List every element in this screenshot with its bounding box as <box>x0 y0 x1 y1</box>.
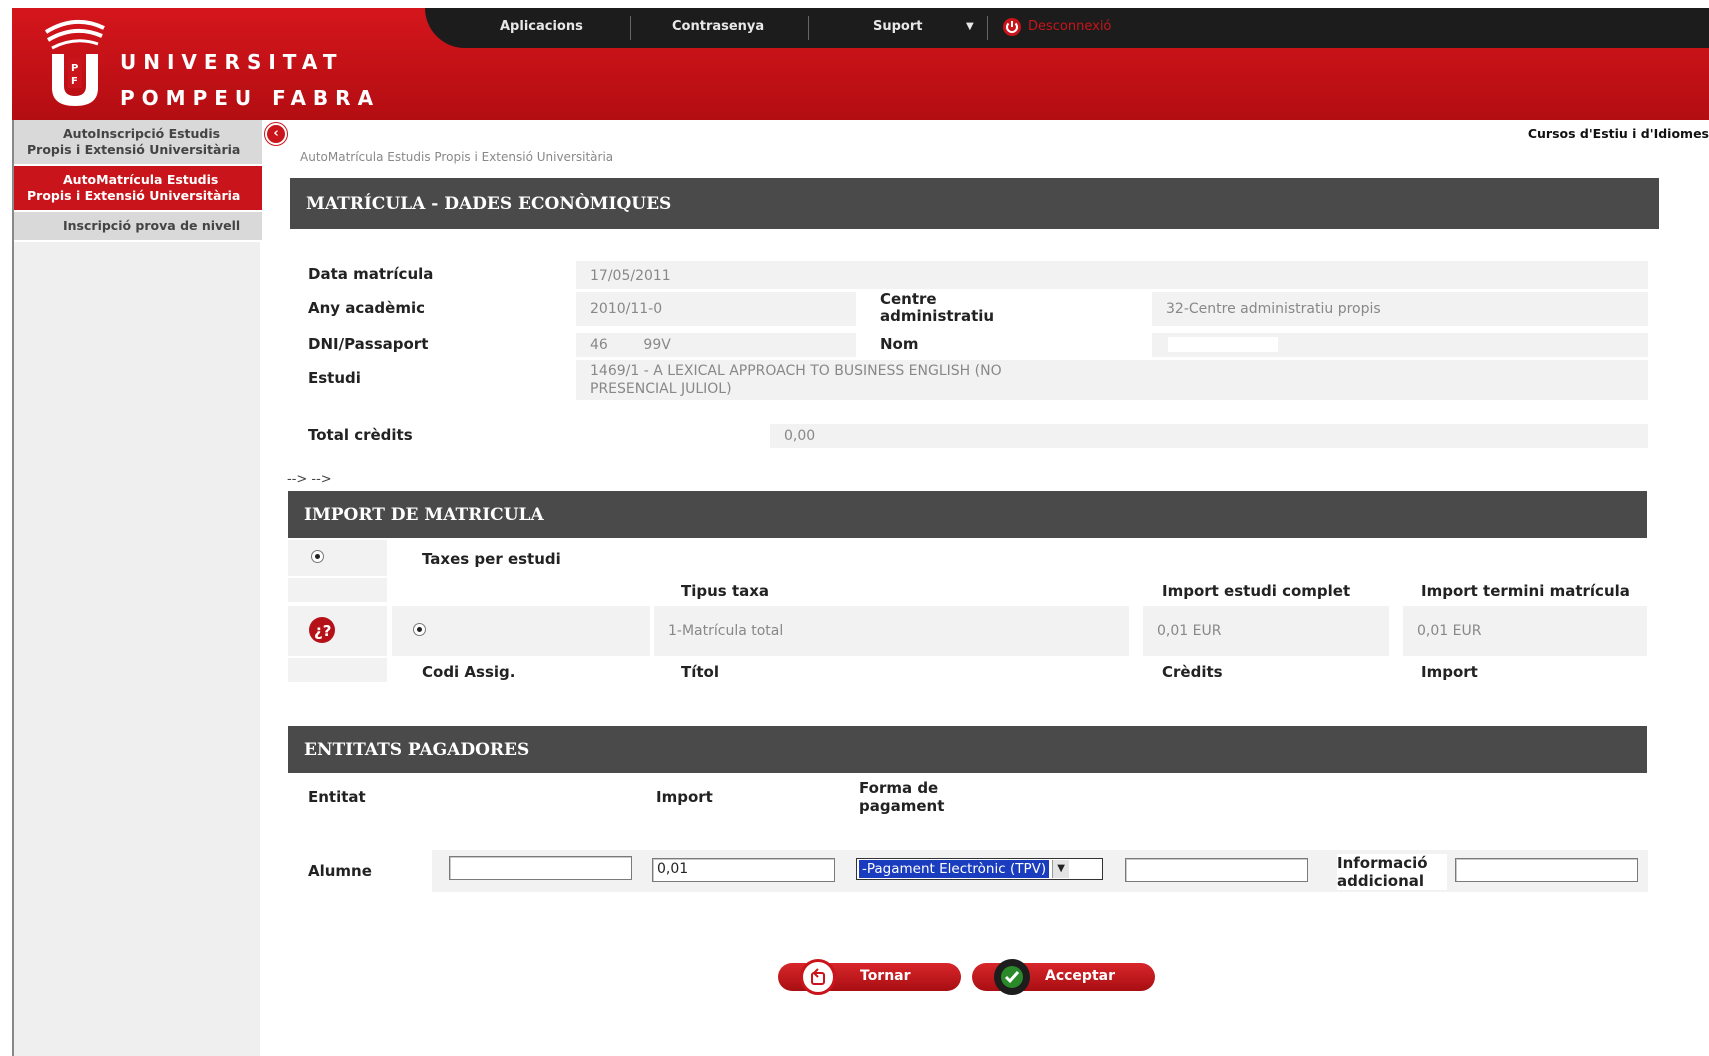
sidebar-item-autoinscripcio[interactable]: AutoInscripció Estudis Propis i Extensió… <box>14 120 262 166</box>
col-entitat: Entitat <box>308 788 366 806</box>
total-credits-label: Total crèdits <box>308 426 413 444</box>
help-cell <box>288 606 387 656</box>
nav-contrasenya[interactable]: Contrasenya <box>672 19 764 34</box>
nom-value <box>1152 333 1648 357</box>
section-import-title: IMPORT DE MATRICULA <box>288 491 1647 538</box>
col-forma-pagament: Forma de pagament <box>859 779 945 815</box>
matricula-total-radio[interactable] <box>413 623 426 636</box>
radio-row-cell <box>392 606 650 656</box>
empty-cell <box>288 578 387 602</box>
chevron-down-icon[interactable]: ▼ <box>1052 860 1070 878</box>
check-icon <box>994 959 1030 995</box>
col-titol: Títol <box>681 663 719 681</box>
cursos-estiu-link[interactable]: Cursos d'Estiu i d'Idiomes <box>1528 126 1709 141</box>
sidebar-item-prova-nivell[interactable]: Inscripció prova de nivell <box>14 212 262 242</box>
collapse-sidebar-icon[interactable]: ‹ <box>265 123 287 145</box>
top-nav-bar: Aplicacions Contrasenya Suport ▼ Desconn… <box>425 8 1709 48</box>
informacio-addicional-input[interactable] <box>1455 858 1638 882</box>
nav-separator <box>630 16 631 40</box>
forma-pagament-select[interactable]: -Pagament Electrònic (TPV) ▼ <box>856 858 1103 880</box>
nav-separator <box>808 16 809 40</box>
section-entitats-title: ENTITATS PAGADORES <box>288 726 1647 773</box>
back-icon <box>800 959 836 995</box>
dni-value: 46 99V <box>576 333 856 357</box>
informacio-addicional-label: Informació addicional <box>1337 854 1447 890</box>
forma-extra-input[interactable] <box>1125 858 1308 882</box>
col-credits: Crèdits <box>1162 663 1223 681</box>
import-input[interactable]: 0,01 <box>652 858 835 882</box>
tornar-button[interactable]: Tornar <box>778 959 961 995</box>
col-tipus-taxa: Tipus taxa <box>681 582 770 600</box>
entitat-alumne: Alumne <box>308 862 372 880</box>
power-icon[interactable] <box>1002 17 1022 41</box>
logo-line2: POMPEU FABRA <box>120 86 381 110</box>
nav-separator <box>987 16 988 40</box>
acceptar-label: Acceptar <box>1045 968 1115 984</box>
redacted-name <box>1168 337 1278 352</box>
acceptar-button[interactable]: Acceptar <box>972 959 1155 995</box>
help-icon[interactable]: ¿? <box>308 616 336 648</box>
svg-text:F: F <box>71 76 78 87</box>
nav-aplicacions[interactable]: Aplicacions <box>500 19 583 34</box>
import-complet-value: 0,01 EUR <box>1143 606 1389 656</box>
taxes-per-estudi-label: Taxes per estudi <box>422 550 561 568</box>
nom-label: Nom <box>880 335 919 353</box>
col-import-complet: Import estudi complet <box>1162 582 1351 600</box>
breadcrumb: AutoMatrícula Estudis Propis i Extensió … <box>300 150 614 164</box>
any-academic-value: 2010/11-0 <box>576 292 856 326</box>
html-comment-artifact: --> --> <box>287 472 332 487</box>
sidebar-item-automatricula[interactable]: AutoMatrícula Estudis Propis i Extensió … <box>14 166 262 212</box>
centre-administratiu-value: 32-Centre administratiu propis <box>1152 292 1648 326</box>
data-matricula-value: 17/05/2011 <box>576 261 1648 289</box>
estudi-label: Estudi <box>308 369 361 387</box>
taxes-per-estudi-radio[interactable] <box>311 550 324 563</box>
upf-logo-icon[interactable]: P F <box>40 18 110 112</box>
any-academic-label: Any acadèmic <box>308 299 425 317</box>
estudi-text: 1469/1 - A LEXICAL APPROACH TO BUSINESS … <box>590 363 1002 397</box>
col-codi-assig: Codi Assig. <box>422 663 516 681</box>
col-import-entitat: Import <box>656 788 713 806</box>
estudi-value: 1469/1 - A LEXICAL APPROACH TO BUSINESS … <box>576 360 1648 400</box>
svg-text:¿?: ¿? <box>314 622 331 640</box>
empty-cell <box>288 658 387 682</box>
sidebar: AutoInscripció Estudis Propis i Extensió… <box>12 120 262 1056</box>
chevron-down-icon[interactable]: ▼ <box>966 21 974 32</box>
taxes-radio-cell <box>288 540 387 576</box>
section-dades-title: MATRÍCULA - DADES ECONÒMIQUES <box>290 178 1659 229</box>
logout-link[interactable]: Desconnexió <box>1028 19 1111 34</box>
logo-line1: UNIVERSITAT <box>120 50 344 74</box>
tornar-label: Tornar <box>860 968 911 984</box>
data-matricula-label: Data matrícula <box>308 265 434 283</box>
forma-pagament-selected: -Pagament Electrònic (TPV) <box>859 860 1050 878</box>
svg-text:P: P <box>71 63 78 74</box>
centre-administratiu-label: Centre administratiu <box>880 290 995 325</box>
total-credits-value: 0,00 <box>770 424 1648 448</box>
nav-suport[interactable]: Suport <box>873 19 922 34</box>
col-import: Import <box>1421 663 1478 681</box>
dni-label: DNI/Passaport <box>308 335 429 353</box>
import-termini-value: 0,01 EUR <box>1403 606 1647 656</box>
entitat-input[interactable] <box>449 856 632 880</box>
tipus-taxa-value: 1-Matrícula total <box>654 606 1129 656</box>
col-import-termini: Import termini matrícula <box>1421 582 1630 600</box>
